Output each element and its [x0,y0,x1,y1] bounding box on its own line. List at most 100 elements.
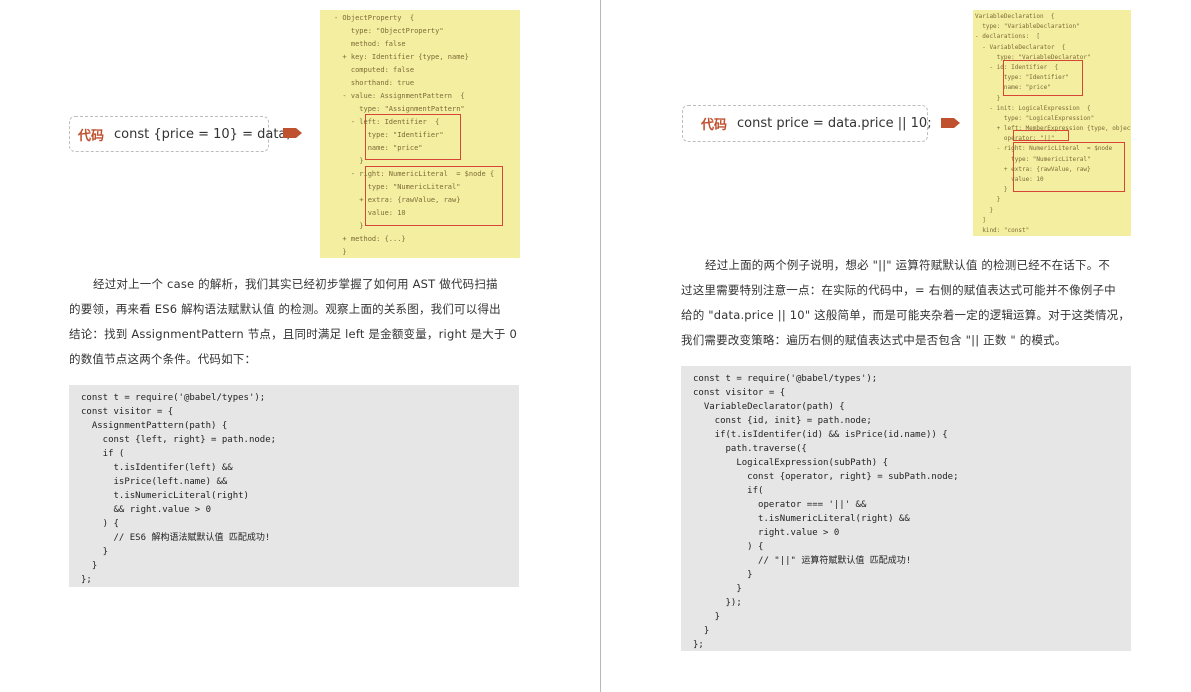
ast-line: value: 10 [334,209,406,217]
ast-line: - id: Identifier { [975,63,1059,71]
code-line: const visitor = { [81,407,174,417]
code-line: } [693,612,721,622]
paragraph-line: 过这里需要特别注意一点：在实际的代码中，= 右侧的赋值表达式可能并不像例子中 [681,283,1116,297]
ast-line: computed: false [334,66,415,74]
arrow-right-icon [941,118,960,128]
code-line: const {id, init} = path.node; [693,416,872,426]
ast-line: - init: LogicalExpression { [975,104,1091,112]
ast-line: } [334,248,347,256]
code-snippet: const {price = 10} = data; [114,126,291,142]
code-line: const t = require('@babel/types'); [81,393,266,403]
ast-line: kind: "const" [975,226,1030,234]
code-line: right.value > 0 [693,528,840,538]
ast-line: value: 10 [975,176,1044,183]
code-line: if ( [81,449,125,459]
left-page: 代码 const {price = 10} = data; - ObjectPr… [0,0,600,692]
ast-line: type: "VariableDeclaration" [975,23,1080,31]
paragraph-line: 结论：找到 AssignmentPattern 节点，且同时满足 left 是金… [69,327,517,341]
paragraph-line: 经过对上一个 case 的解析，我们其实已经初步掌握了如何用 AST 做代码扫描 [93,277,498,291]
ast-line: type: "AssignmentPattern" [334,105,465,113]
paragraph-line: 给的 "data.price || 10" 这般简单，而是可能夹杂着一定的逻辑运… [681,308,1131,322]
code-line: t.isIdentifer(left) && [81,463,233,473]
code-line: ) { [693,542,764,552]
ast-line: type: "VariableDeclarator" [975,53,1091,61]
ast-line: name: "price" [334,144,423,152]
code-line: const t = require('@babel/types'); [693,374,878,384]
right-page: 代码 const price = data.price || 10; Varia… [601,0,1191,692]
ast-line: VariableDeclaration { [975,13,1055,20]
code-line: ) { [81,519,119,529]
code-line: if( [693,486,764,496]
ast-line: + extra: {rawValue, raw} [975,165,1091,173]
code-line: // ES6 解构语法赋默认值 匹配成功! [81,533,271,543]
ast-line: } [334,222,364,230]
code-block-right: const t = require('@babel/types'); const … [681,366,1131,651]
ast-line: } [334,157,364,165]
ast-line: - VariableDeclarator { [975,43,1066,51]
code-pill-right: 代码 const price = data.price || 10; [682,105,932,142]
code-line: const visitor = { [693,388,786,398]
ast-line: + left: MemberExpression {type, object [975,125,1131,133]
code-block-left: const t = require('@babel/types'); const … [69,385,519,587]
code-snippet: const price = data.price || 10; [737,116,932,131]
code-line: LogicalExpression(subPath) { [693,458,889,468]
ast-line: type: "ObjectProperty" [334,27,444,35]
code-line: AssignmentPattern(path) { [81,421,228,431]
paragraph-line: 经过上面的两个例子说明，想必 "||" 运算符赋默认值 的检测已经不在话下。不 [705,258,1111,272]
code-line: }; [81,575,92,585]
code-line: } [693,584,742,594]
ast-line: } [975,196,1001,204]
paragraph-line: 的要领，再来看 ES6 解构语法赋默认值 的检测。观察上面的关系图，我们可以得出 [69,302,501,316]
ast-line: } [975,186,1008,194]
ast-line: } [975,94,1001,102]
body-paragraph-left: 经过对上一个 case 的解析，我们其实已经初步掌握了如何用 AST 做代码扫描… [69,272,529,372]
code-line: VariableDeclarator(path) { [693,402,845,412]
arrow-right-icon [283,128,302,138]
ast-line: - right: NumericLiteral = $node { [334,170,495,178]
ast-line: type: "Identifier" [334,131,444,139]
code-line: }; [693,640,704,650]
code-line: t.isNumericLiteral(right) && [693,514,910,524]
ast-line: + extra: {rawValue, raw} [334,196,461,204]
ast-line: + key: Identifier {type, name} [334,53,469,61]
code-line: if(t.isIdentifer(id) && isPrice(id.name)… [693,430,948,440]
code-line: path.traverse({ [693,444,807,454]
code-tag: 代码 [78,128,105,144]
ast-line: method: false [334,40,406,48]
ast-line: ] [975,216,986,224]
ast-line: - left: Identifier { [334,118,440,126]
body-paragraph-right: 经过上面的两个例子说明，想必 "||" 运算符赋默认值 的检测已经不在话下。不过… [681,253,1141,353]
code-line: t.isNumericLiteral(right) [81,491,249,501]
ast-explorer-screenshot-left: - ObjectProperty { type: "ObjectProperty… [320,10,520,258]
ast-line: - right: NumericLiteral = $node [975,145,1113,153]
ast-line: shorthand: true [334,79,415,87]
ast-line: + method: {...} [334,235,406,243]
code-tag: 代码 [701,118,728,133]
code-line: } [81,561,98,571]
ast-line: type: "NumericLiteral" [334,183,461,191]
code-line: }); [693,598,742,608]
code-pill-left: 代码 const {price = 10} = data; [69,116,291,152]
document-spread: 代码 const {price = 10} = data; - ObjectPr… [0,0,1191,692]
code-line: operator === '||' && [693,500,867,510]
code-line: const {operator, right} = subPath.node; [693,472,959,482]
code-line: const {left, right} = path.node; [81,435,277,445]
ast-line: type: "Identifier" [975,74,1069,82]
code-line: && right.value > 0 [81,505,212,515]
ast-line: type: "LogicalExpression" [975,114,1095,122]
ast-line: type: "NumericLiteral" [975,155,1091,163]
ast-line: - declarations: [ [975,33,1041,41]
ast-explorer-screenshot-right: VariableDeclaration { type: "VariableDec… [973,10,1131,236]
code-line: } [81,547,109,557]
ast-line: name: "price" [975,84,1051,92]
paragraph-line: 我们需要改变策略：遍历右侧的赋值表达式中是否包含 "|| 正数 " 的模式。 [681,333,1067,347]
ast-line: operator: "||" [975,135,1055,143]
ast-line: } [975,206,994,214]
code-line: } [693,570,753,580]
code-line: } [693,626,710,636]
code-line: // "||" 运算符赋默认值 匹配成功! [693,556,912,566]
ast-line: - ObjectProperty { [334,14,415,22]
code-line: isPrice(left.name) && [81,477,228,487]
ast-line: - value: AssignmentPattern { [334,92,465,100]
paragraph-line: 的数值节点这两个条件。代码如下： [69,352,257,366]
